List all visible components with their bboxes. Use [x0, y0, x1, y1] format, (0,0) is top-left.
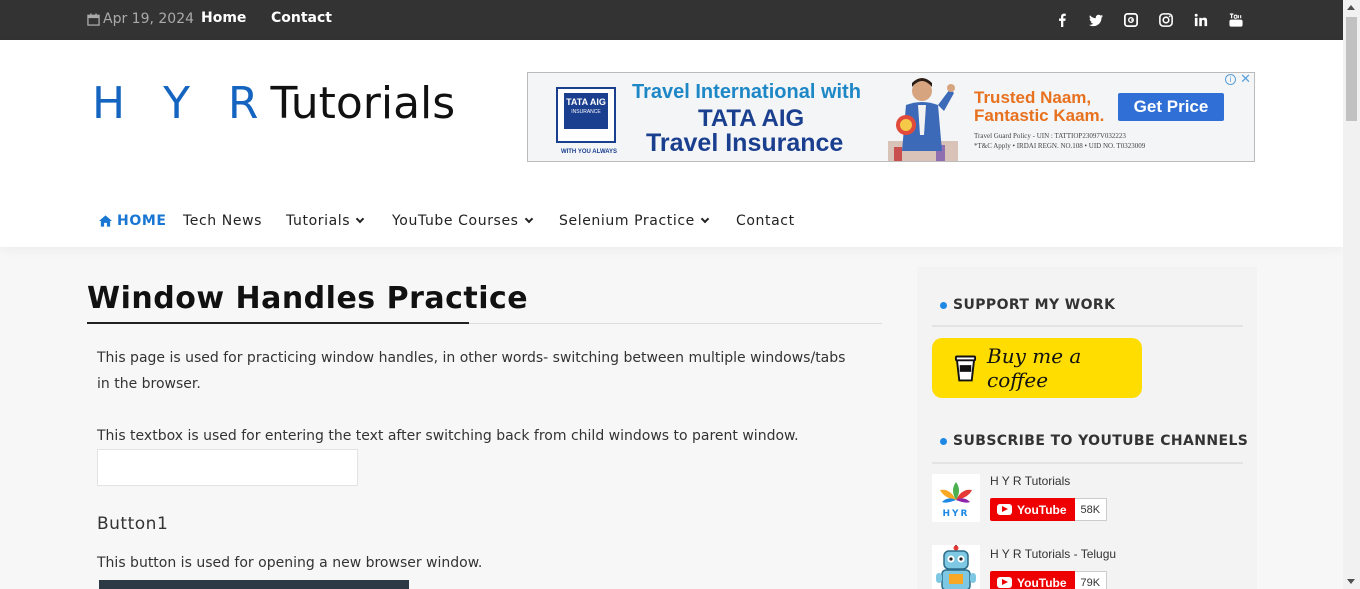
bullet-dot [940, 301, 947, 309]
name-textbox[interactable] [97, 449, 358, 486]
scroll-up-arrow-icon[interactable] [1347, 5, 1355, 10]
ad-headline-1: Travel International with [632, 81, 861, 103]
nav-item-home[interactable]: HOME [99, 213, 167, 229]
ad-banner[interactable]: TATA AIG INSURANCE WITH YOU ALWAYS Travel… [527, 72, 1255, 162]
coffee-cup-icon [954, 355, 977, 382]
youtube-play-icon [997, 504, 1012, 515]
site-header: H Y RTutorials TATA AIG INSURANCE WITH YO… [0, 40, 1343, 247]
date-display: Apr 19, 2024 [87, 11, 194, 27]
buy-me-a-coffee-button[interactable]: Buy me a coffee [932, 338, 1142, 398]
chevron-down-icon [700, 214, 710, 224]
ad-brand-sub: INSURANCE [571, 109, 601, 115]
date-text: Apr 19, 2024 [103, 11, 195, 27]
nav-item-tutorials[interactable]: Tutorials [286, 213, 365, 229]
instagram-icon[interactable] [1158, 12, 1174, 28]
ad-fine-2: *T&C Apply • IRDAI REGN. NO.108 • UID NO… [974, 142, 1146, 150]
nav-label-tutorials: Tutorials [286, 213, 351, 229]
channel-name[interactable]: H Y R Tutorials - Telugu [990, 547, 1116, 561]
facebook-icon[interactable] [1054, 12, 1070, 28]
coffee-label: Buy me a coffee [987, 344, 1082, 392]
youtube-subscribe-button[interactable]: YouTube 58K [990, 498, 1108, 521]
ad-fine-1: Travel Guard Policy - UIN : TATTIOP23097… [974, 132, 1126, 140]
hyr-channel-avatar[interactable]: HYR [932, 474, 980, 522]
get-price-button[interactable]: Get Price [1118, 93, 1224, 121]
page-scrollbar[interactable] [1343, 0, 1360, 589]
channel-name[interactable]: H Y R Tutorials [990, 474, 1070, 488]
subscriber-count: 58K [1074, 498, 1108, 521]
topbar-link-contact[interactable]: Contact [271, 10, 332, 26]
button1-heading: Button1 [97, 514, 169, 534]
top-bar: Apr 19, 2024 Home Contact [0, 0, 1343, 40]
hyr-telugu-channel-avatar[interactable] [932, 545, 980, 589]
linkedin-icon[interactable] [1193, 12, 1209, 28]
home-icon [99, 215, 112, 227]
scroll-down-arrow-icon[interactable] [1347, 579, 1355, 584]
widget-divider [932, 462, 1243, 464]
nav-label-youtube-courses: YouTube Courses [392, 213, 519, 229]
support-title-text: SUPPORT MY WORK [953, 297, 1116, 313]
nav-item-selenium-practice[interactable]: Selenium Practice [559, 213, 710, 229]
support-widget-title: SUPPORT MY WORK [940, 297, 1115, 313]
scrollbar-thumb[interactable] [1346, 17, 1357, 121]
youtube-subscribe-button[interactable]: YouTube 79K [990, 571, 1108, 589]
subscribe-title-text: SUBSCRIBE TO YOUTUBE CHANNELS [953, 433, 1249, 449]
page-title: Window Handles Practice [87, 281, 529, 316]
nav-item-youtube-courses[interactable]: YouTube Courses [392, 213, 533, 229]
ad-headline-3: Travel Insurance [646, 129, 844, 157]
youtube-button-label: YouTube [1017, 575, 1067, 589]
ad-tagline: Trusted Naam, Fantastic Kaam. [974, 88, 1105, 125]
subscriber-count: 79K [1074, 571, 1108, 589]
widget-divider [932, 325, 1243, 327]
topbar-link-home[interactable]: Home [201, 10, 246, 26]
nav-label-contact: Contact [736, 213, 795, 229]
ad-person-image [888, 78, 958, 161]
button1-description: This button is used for opening a new br… [97, 555, 483, 571]
nav-item-tech-news[interactable]: Tech News [183, 213, 262, 229]
svg-text:HYR: HYR [943, 509, 970, 519]
title-underline [87, 322, 469, 324]
intro-text: This page is used for practicing window … [97, 350, 846, 392]
calendar-icon [87, 12, 100, 26]
ad-info-icon[interactable]: i [1225, 74, 1236, 85]
tata-aig-logo: TATA AIG INSURANCE WITH YOU ALWAYS [556, 87, 617, 155]
textbox-description: This textbox is used for entering the te… [97, 428, 799, 444]
ad-close-icon[interactable]: ✕ [1240, 73, 1251, 85]
site-logo[interactable]: H Y RTutorials [92, 76, 455, 132]
subscribe-widget-title: SUBSCRIBE TO YOUTUBE CHANNELS [940, 433, 1248, 449]
youtube-icon[interactable] [1228, 12, 1244, 28]
logo-black-text: Tutorials [270, 78, 456, 129]
chevron-down-icon [524, 214, 533, 224]
twitter-icon[interactable] [1088, 12, 1104, 28]
bullet-dot [940, 437, 947, 445]
sidebar [917, 267, 1257, 589]
new-window-button[interactable] [99, 580, 409, 589]
google-plus-icon[interactable] [1123, 12, 1139, 28]
ad-brand-tag: WITH YOU ALWAYS [560, 149, 618, 155]
nav-label-selenium-practice: Selenium Practice [559, 213, 695, 229]
youtube-play-icon [997, 577, 1012, 588]
chevron-down-icon [355, 214, 365, 224]
nav-label-tech-news: Tech News [183, 213, 263, 229]
nav-item-contact[interactable]: Contact [736, 213, 795, 229]
nav-label-home: HOME [117, 213, 167, 229]
ad-brand: TATA AIG [566, 97, 606, 107]
youtube-button-label: YouTube [1017, 502, 1067, 517]
logo-blue-text: H Y R [92, 78, 271, 129]
ad-fine-print: Travel Guard Policy - UIN : TATTIOP23097… [974, 131, 1145, 151]
